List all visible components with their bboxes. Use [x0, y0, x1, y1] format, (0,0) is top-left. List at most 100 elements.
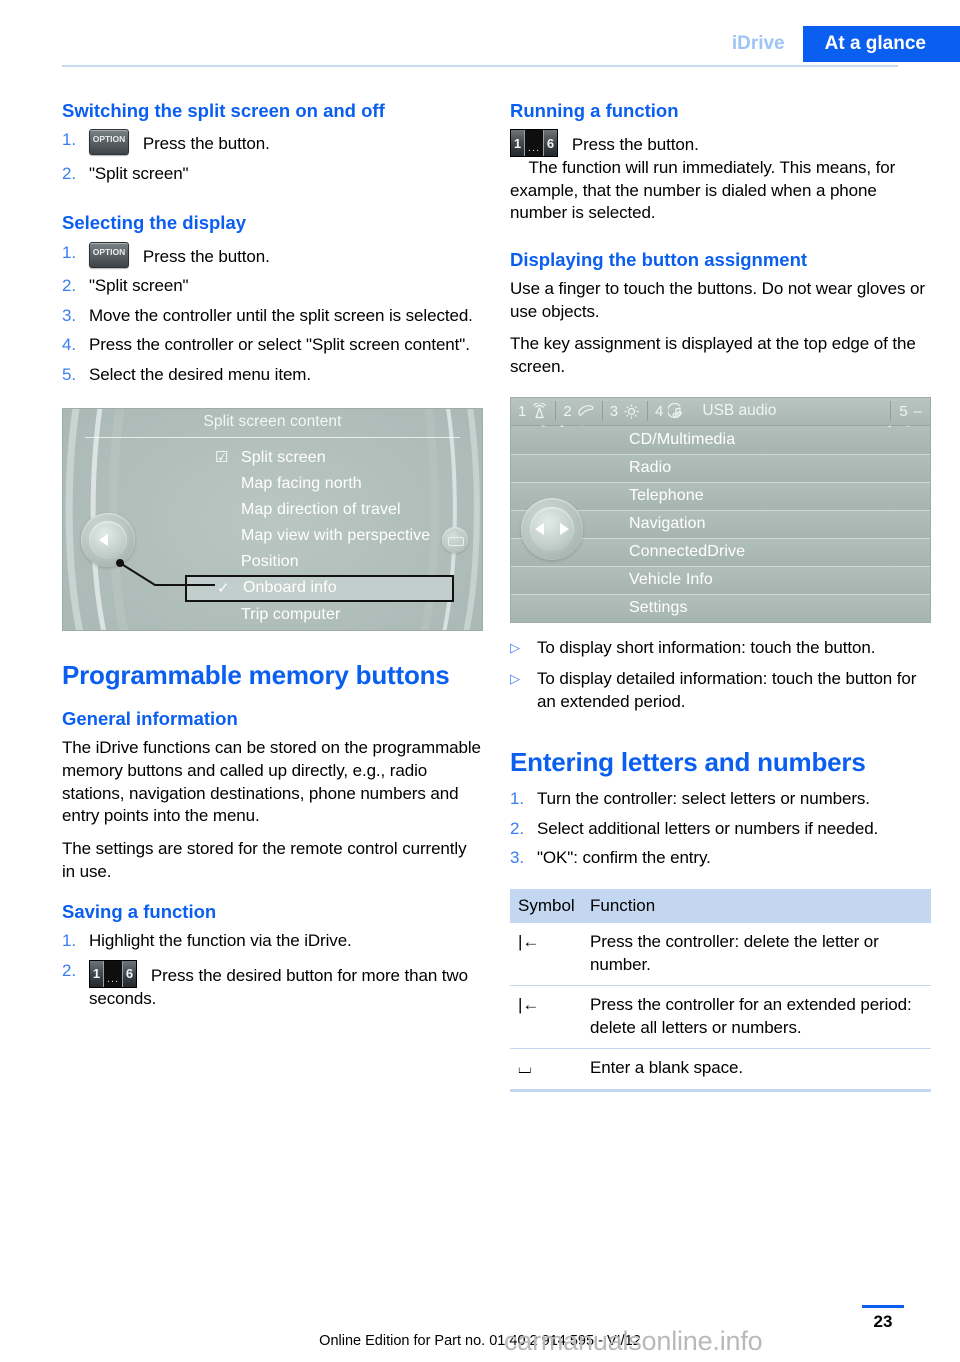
arrow-right-icon — [560, 522, 569, 535]
header-divider — [62, 65, 898, 67]
body-text: The function will run immediately. This … — [510, 158, 896, 223]
arrow-left-icon — [535, 522, 544, 535]
step-number: 1. — [62, 130, 76, 150]
step-text: 1 ... 6 Press the desired button for mor… — [89, 959, 482, 1011]
paragraph: The key assignment is displayed at the t… — [510, 334, 916, 377]
step-label: Press the button. — [142, 134, 270, 154]
memory-button-6-label: 6 — [543, 130, 557, 157]
page-number: 23 — [873, 1312, 893, 1331]
list-item: 2. "Split screen" — [62, 163, 482, 186]
step-number: 1. — [62, 931, 76, 951]
screen-side-button-icon[interactable] — [442, 526, 468, 553]
symbol-function-text: Enter a blank space. — [582, 1048, 931, 1092]
table-row: |← Press the controller: delete the lett… — [510, 922, 931, 987]
step-number: 2. — [62, 960, 76, 980]
list-item: 2. Select additional letters or numbers … — [510, 818, 930, 841]
step-label: Turn the controller: select letters or n… — [537, 789, 870, 809]
table-header-row: Symbol Function — [510, 888, 931, 923]
list-item: 2. 1 ... 6 Press the desired button for … — [62, 959, 482, 1011]
breadcrumb-chapter: iDrive — [713, 26, 803, 62]
step-text: OPTION Press the button. — [89, 241, 482, 269]
triangle-bullet-icon: ▷ — [510, 639, 520, 655]
memory-buttons-icon: 1 ... 6 — [510, 129, 558, 158]
step-number: 1. — [510, 789, 524, 809]
step-label: Press the controller or select "Split sc… — [89, 335, 470, 355]
step-label: Highlight the function via the iDrive. — [89, 931, 352, 951]
menu-item-cd-multimedia[interactable]: CD/Multimedia — [511, 426, 930, 455]
steps-selecting-display: 1. OPTION Press the button. 2. "Split sc… — [62, 241, 482, 387]
option-button-icon: OPTION — [89, 129, 129, 156]
list-item: 5. Select the desired menu item. — [62, 364, 482, 387]
edition-notice: Online Edition for Part no. 01 40 2 914 … — [319, 1333, 641, 1349]
step-number: 2. — [62, 276, 76, 296]
step-number: 2. — [62, 163, 76, 183]
step-number: 4. — [62, 335, 76, 355]
paragraph: Use a finger to touch the buttons. Do no… — [510, 279, 925, 321]
list-item: 1. OPTION Press the button. — [62, 241, 482, 269]
symbol-backspace-icon: |← — [510, 985, 582, 1050]
page-header: iDrive At a glance — [0, 0, 960, 66]
steps-saving-a-function: 1. Highlight the function via the iDrive… — [62, 930, 482, 1010]
lead-text: Press the button. — [571, 135, 699, 155]
column-header-function: Function — [582, 888, 931, 923]
symbol-function-table: Symbol Function |← Press the controller:… — [510, 888, 931, 1092]
table-row: |← Press the controller for an extended … — [510, 985, 931, 1050]
step-number: 3. — [510, 848, 524, 868]
list-item: 2. "Split screen" — [62, 275, 482, 298]
bullet-list-button-info: ▷ To display short information: touch th… — [510, 637, 930, 714]
callout-leader-line — [116, 558, 215, 586]
heading-displaying-button-assignment: Displaying the button assignment — [510, 249, 808, 271]
step-label: Move the controller until the split scre… — [89, 305, 473, 325]
heading-saving-a-function: Saving a function — [62, 901, 217, 923]
step-number: 1. — [62, 242, 76, 262]
step-label: Press the button. — [142, 246, 270, 266]
memory-button-1-label: 1 — [90, 960, 104, 987]
watermark: carmanualsonline.info — [504, 1326, 763, 1356]
bullet-text: To display detailed information: touch t… — [537, 669, 917, 711]
memory-button-6-label: 6 — [122, 960, 136, 987]
list-item: 4. Press the controller or select "Split… — [62, 334, 482, 357]
list-item: 1. Highlight the function via the iDrive… — [62, 930, 482, 953]
step-label: Select additional letters or numbers if … — [537, 818, 879, 838]
list-item: 3. "OK": confirm the entry. — [510, 847, 930, 870]
triangle-bullet-icon: ▷ — [510, 671, 520, 687]
chapter-heading-programmable-memory-buttons: Programmable memory buttons — [62, 659, 450, 690]
figure-main-menu: 1 2 3 4 USB audio 5 – CD/Multimedia Radi… — [510, 396, 931, 623]
chapter-heading-entering-letters-numbers: Entering letters and numbers — [510, 747, 866, 778]
heading-switching-split-screen: Switching the split screen on and off — [62, 100, 385, 121]
menu-item-radio[interactable]: Radio — [511, 454, 930, 483]
step-number: 3. — [62, 305, 76, 325]
option-button-icon: OPTION — [89, 241, 129, 268]
ellipsis-icon: ... — [527, 142, 541, 155]
bullet-text: To display short information: touch the … — [537, 637, 876, 657]
symbol-function-text: Press the controller: delete the letter … — [582, 922, 931, 987]
step-label: Press the desired button for more than t… — [89, 965, 468, 1008]
ellipsis-icon: ... — [106, 972, 120, 985]
right-column: Running a function 1 ... 6 Press the but… — [510, 100, 931, 1092]
table-row: ⌴ Enter a blank space. — [510, 1048, 931, 1092]
list-item: ▷ To display short information: touch th… — [510, 637, 930, 660]
paragraph-running-function: 1 ... 6 Press the button. The function w… — [510, 129, 930, 225]
steps-switching-split-screen: 1. OPTION Press the button. 2. "Split sc… — [62, 129, 482, 185]
steps-entering-letters-numbers: 1. Turn the controller: select letters o… — [510, 788, 930, 870]
list-item: 3. Move the controller until the split s… — [62, 305, 482, 328]
column-header-symbol: Symbol — [510, 888, 582, 923]
step-number: 2. — [510, 818, 524, 838]
paragraph: The iDrive functions can be stored on th… — [62, 738, 481, 826]
paragraph: The settings are stored for the remote c… — [62, 838, 467, 881]
step-number: 5. — [62, 365, 76, 385]
symbol-backspace-icon: |← — [510, 922, 582, 987]
memory-button-1-label: 1 — [511, 130, 525, 157]
step-label: "Split screen" — [89, 163, 189, 183]
menu-item-settings[interactable]: Settings — [511, 594, 930, 622]
list-item: 1. Turn the controller: select letters o… — [510, 788, 930, 811]
breadcrumb-section: At a glance — [802, 26, 960, 62]
menu-item-vehicle-info[interactable]: Vehicle Info — [511, 566, 930, 595]
symbol-blank-space-icon: ⌴ — [510, 1048, 582, 1092]
step-label: Select the desired menu item. — [89, 365, 311, 385]
symbol-function-text: Press the controller for an extended per… — [582, 985, 931, 1050]
heading-selecting-display: Selecting the display — [62, 212, 247, 234]
heading-general-information: General information — [62, 708, 238, 730]
breadcrumb: iDrive At a glance — [713, 26, 960, 62]
step-text: OPTION Press the button. — [89, 129, 482, 156]
